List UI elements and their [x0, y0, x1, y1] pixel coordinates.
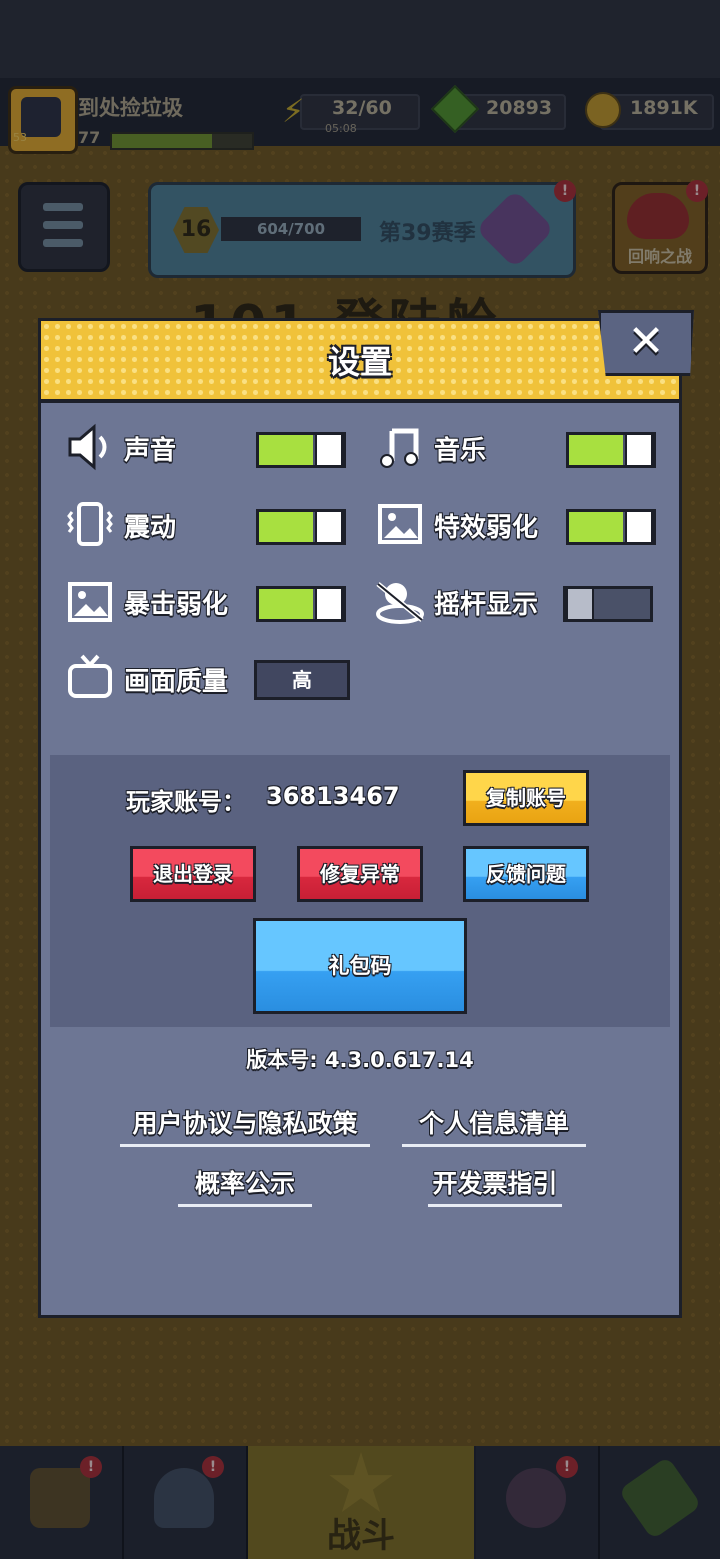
effects-toggle[interactable]: [566, 509, 656, 545]
music-label: 音乐: [434, 436, 487, 466]
close-icon: ✕: [627, 316, 665, 367]
repair-button[interactable]: 修复异常: [297, 846, 423, 902]
personal-info-link[interactable]: 个人信息清单: [402, 1104, 586, 1147]
speaker-icon: [66, 423, 114, 471]
toggle-track: [259, 589, 313, 619]
quality-select[interactable]: 高: [254, 660, 350, 700]
toggle-knob: [625, 435, 653, 465]
joystick-icon: [374, 578, 424, 626]
music-toggle[interactable]: [566, 432, 656, 468]
sound-label: 声音: [124, 436, 177, 466]
gift-code-button[interactable]: 礼包码: [253, 918, 467, 1014]
agreement-link[interactable]: 用户协议与隐私政策: [120, 1104, 370, 1147]
quality-label: 画面质量: [124, 667, 229, 697]
sound-toggle[interactable]: [256, 432, 346, 468]
music-note-icon: [378, 423, 426, 471]
account-id: 36813467: [266, 782, 400, 810]
feedback-button[interactable]: 反馈问题: [463, 846, 589, 902]
toggle-track: [259, 435, 313, 465]
crit-label: 暴击弱化: [124, 590, 229, 620]
image-icon: [376, 500, 424, 548]
toggle-knob: [625, 512, 653, 542]
status-bar: [0, 0, 720, 78]
vibration-icon: [66, 500, 114, 548]
vibration-toggle[interactable]: [256, 509, 346, 545]
vibration-label: 震动: [124, 513, 177, 543]
toggle-knob: [315, 589, 343, 619]
tv-icon: [66, 652, 114, 700]
image-icon: [66, 578, 114, 626]
account-label: 玩家账号：: [126, 788, 246, 816]
toggle-knob: [315, 435, 343, 465]
toggle-track: [259, 512, 313, 542]
logout-button[interactable]: 退出登录: [130, 846, 256, 902]
invoice-link[interactable]: 开发票指引: [428, 1164, 562, 1207]
effects-label: 特效弱化: [434, 513, 539, 543]
joystick-toggle[interactable]: [563, 586, 653, 622]
toggle-knob: [566, 589, 594, 619]
close-button[interactable]: ✕: [598, 310, 694, 376]
crit-toggle[interactable]: [256, 586, 346, 622]
dialog-title: 设置: [327, 343, 392, 381]
dialog-header: 设置: [41, 321, 679, 403]
toggle-track: [569, 512, 623, 542]
toggle-knob: [315, 512, 343, 542]
toggle-track: [569, 435, 623, 465]
probability-link[interactable]: 概率公示: [178, 1164, 312, 1207]
copy-account-button[interactable]: 复制账号: [463, 770, 589, 826]
version-text: 版本号: 4.3.0.617.14: [246, 1048, 474, 1072]
joystick-label: 摇杆显示: [434, 590, 539, 620]
